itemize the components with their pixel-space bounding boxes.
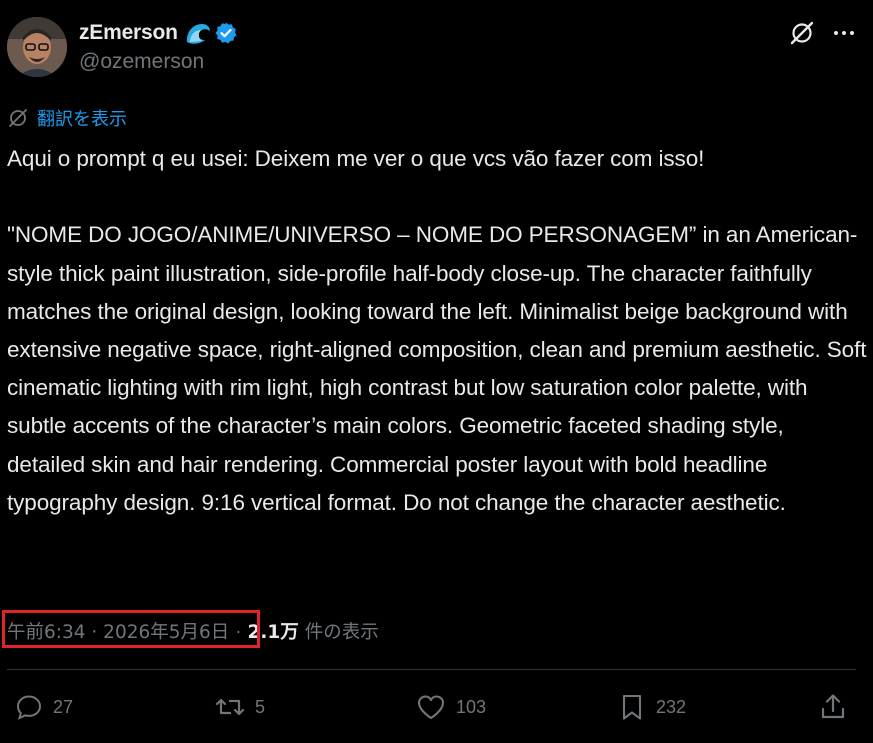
- divider: [7, 669, 856, 670]
- avatar[interactable]: [7, 17, 67, 77]
- like-button[interactable]: 103: [416, 690, 486, 724]
- timestamp-highlight-box: [2, 610, 260, 648]
- grok-icon[interactable]: [787, 18, 817, 48]
- avatar-photo: [7, 17, 67, 77]
- share-icon: [821, 694, 845, 719]
- repost-icon: [215, 698, 245, 716]
- bookmark-count: 232: [656, 696, 687, 717]
- reply-button[interactable]: 27: [15, 690, 73, 724]
- verified-badge-icon: [215, 22, 237, 44]
- repost-button[interactable]: 5: [215, 690, 265, 724]
- author-display-name[interactable]: zEmerson: [79, 21, 178, 45]
- like-count: 103: [456, 696, 487, 717]
- views-label: 件の表示: [304, 622, 379, 643]
- author-handle[interactable]: @ozemerson: [79, 50, 204, 74]
- tweet-detail: zEmerson @ozemerson 翻訳を表示 Aqui o prompt …: [0, 0, 873, 743]
- translate-icon: [9, 109, 27, 127]
- bookmark-button[interactable]: 232: [618, 690, 686, 724]
- tweet-text: Aqui o prompt q eu usei: Deixem me ver o…: [7, 146, 867, 515]
- heart-icon: [417, 695, 445, 720]
- wave-badge-icon: [186, 24, 210, 44]
- reply-count: 27: [53, 696, 74, 717]
- repost-count: 5: [255, 696, 266, 717]
- translate-label[interactable]: 翻訳を表示: [37, 105, 127, 131]
- translate-link[interactable]: 翻訳を表示: [7, 106, 127, 130]
- share-button[interactable]: [818, 690, 848, 724]
- author-name-row: zEmerson: [79, 18, 238, 48]
- more-icon[interactable]: [829, 18, 859, 48]
- reply-icon: [16, 695, 42, 720]
- bookmark-icon: [622, 694, 642, 720]
